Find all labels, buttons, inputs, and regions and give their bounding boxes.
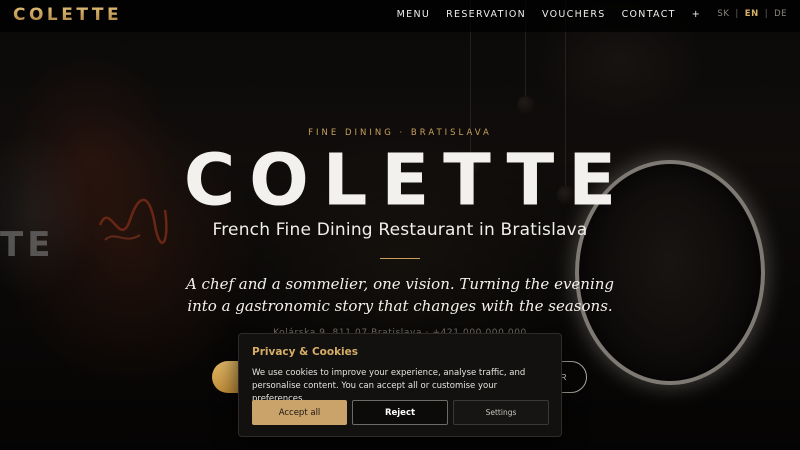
- accept-all-button[interactable]: Accept all: [252, 400, 347, 425]
- reject-button[interactable]: Reject: [352, 400, 448, 425]
- logo[interactable]: COLETTE: [13, 5, 122, 25]
- nav-menu[interactable]: MENU: [397, 9, 430, 20]
- hero-divider: [380, 258, 420, 259]
- nav-reservation[interactable]: RESERVATION: [446, 9, 526, 20]
- tagline-line-2: into a gastronomic story that changes wi…: [187, 297, 613, 315]
- lang-separator: |: [764, 9, 769, 19]
- hero-tagline: A chef and a sommelier, one vision. Turn…: [0, 273, 800, 317]
- hero-subtitle: French Fine Dining Restaurant in Bratisl…: [212, 220, 588, 240]
- settings-button[interactable]: Settings: [453, 400, 549, 425]
- hero-eyebrow: FINE DINING · BRATISLAVA: [308, 128, 492, 138]
- lang-de[interactable]: DE: [774, 9, 787, 19]
- lang-sk[interactable]: SK: [717, 9, 729, 19]
- cookie-dialog: Privacy & Cookies We use cookies to impr…: [238, 333, 562, 437]
- lang-separator: |: [735, 9, 739, 19]
- hero-title: COLETTE: [183, 138, 631, 222]
- nav-vouchers[interactable]: VOUCHERS: [542, 9, 606, 20]
- plus-icon[interactable]: +: [692, 9, 701, 20]
- main-nav: MENU RESERVATION VOUCHERS CONTACT +: [397, 9, 701, 20]
- cookie-title: Privacy & Cookies: [252, 346, 359, 358]
- lang-en[interactable]: EN: [745, 9, 759, 19]
- language-switcher: SK | EN | DE: [717, 9, 787, 19]
- nav-contact[interactable]: CONTACT: [622, 9, 676, 20]
- site-header: COLETTE MENU RESERVATION VOUCHERS CONTAC…: [0, 0, 800, 32]
- tagline-line-1: A chef and a sommelier, one vision. Turn…: [185, 275, 615, 293]
